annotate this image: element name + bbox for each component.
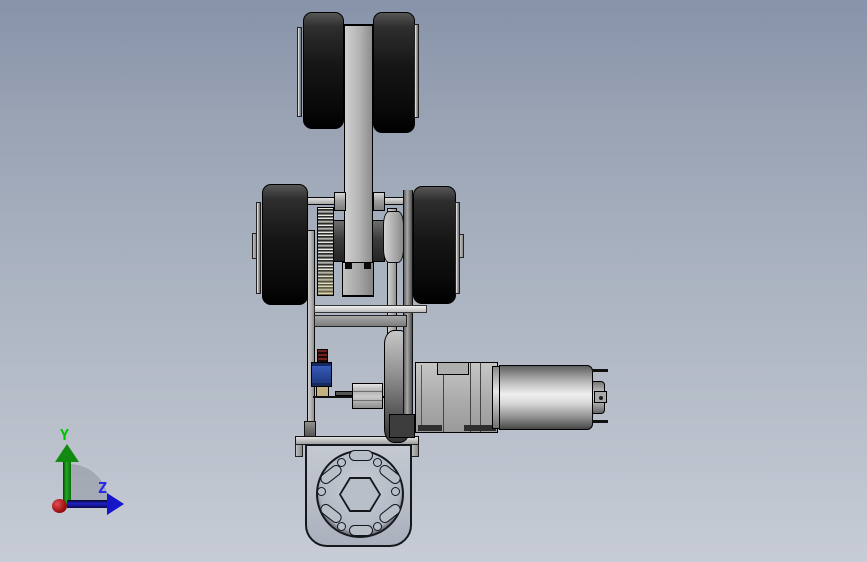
micro-servo[interactable] (311, 362, 332, 387)
hex-standoff[interactable] (352, 383, 383, 409)
flange-hole (373, 522, 382, 531)
y-axis-arrow-icon (55, 444, 79, 462)
flange-slot (349, 525, 373, 536)
mid-roller-left-hub (252, 233, 257, 259)
drive-belt[interactable] (403, 190, 413, 437)
disc-bracket (389, 414, 415, 438)
belt-pulley[interactable] (383, 211, 404, 263)
tab-hole (599, 396, 603, 400)
gearbox-line (480, 363, 481, 432)
y-axis-label: Y (60, 426, 70, 444)
servo-connector (317, 349, 328, 363)
flange-hole (337, 522, 346, 531)
gearbox-line (421, 365, 422, 430)
mid-roller-left[interactable] (262, 184, 308, 305)
top-roller-left-shaft (297, 27, 302, 117)
z-axis-arrow-icon (107, 493, 124, 515)
swing-arm[interactable] (344, 24, 373, 263)
bracket-ear-right (411, 444, 419, 457)
gearbox[interactable] (415, 362, 498, 433)
flange-hole (317, 487, 326, 496)
cad-viewport[interactable]: Y Z (0, 0, 867, 562)
standoff-facet-line (353, 391, 382, 392)
z-axis-label: Z (98, 479, 108, 497)
z-axis-shaft (67, 500, 109, 508)
gearbox-channel (437, 363, 469, 375)
flange-hole (391, 487, 400, 496)
fork-notch-left (345, 263, 352, 269)
mid-roller-right-hub (459, 234, 464, 258)
gearbox-line (470, 363, 471, 432)
hex-nut-right[interactable] (373, 192, 385, 211)
frame-bar-left[interactable] (307, 230, 315, 442)
frame-foot-left (304, 421, 316, 437)
motor-terminal-top (592, 369, 608, 372)
mid-roller-right[interactable] (413, 186, 456, 304)
gearbox-foot (418, 425, 442, 431)
fork-notch-right (364, 263, 371, 269)
cross-rail-lower[interactable] (314, 315, 407, 327)
spur-gear[interactable] (317, 207, 334, 296)
standoff-rod (335, 391, 353, 396)
x-axis-origin-icon (52, 499, 67, 513)
dc-motor[interactable] (499, 365, 593, 430)
gearbox-line (443, 375, 444, 432)
motor-terminal-tab (594, 391, 607, 403)
standoff-facet-line (353, 400, 382, 401)
top-roller-right[interactable] (373, 12, 415, 133)
flange-slot (349, 450, 373, 461)
top-roller-left[interactable] (303, 12, 344, 129)
orientation-triad: Y Z (40, 425, 140, 530)
bracket-ear-left (295, 444, 303, 457)
motor-terminal-bottom (592, 420, 608, 423)
hex-nut-left[interactable] (334, 192, 346, 211)
cross-rail-upper[interactable] (314, 305, 427, 313)
top-roller-right-shaft (414, 24, 419, 118)
